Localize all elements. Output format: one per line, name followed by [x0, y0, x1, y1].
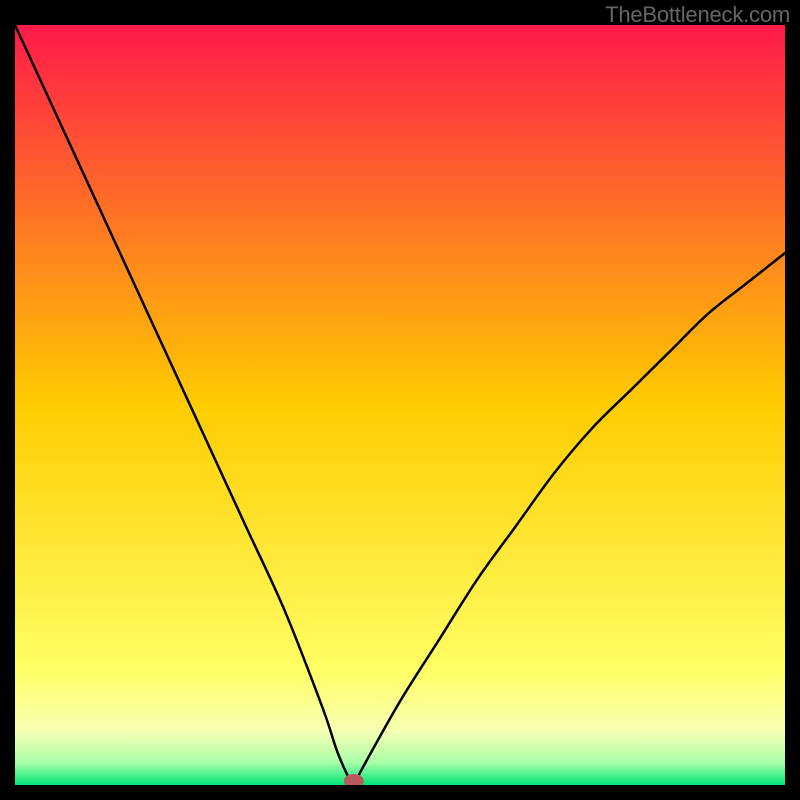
watermark-text: TheBottleneck.com: [605, 2, 790, 28]
bottleneck-chart: [15, 25, 785, 785]
chart-background: [15, 25, 785, 785]
chart-frame: TheBottleneck.com: [0, 0, 800, 800]
chart-svg: [15, 25, 785, 785]
